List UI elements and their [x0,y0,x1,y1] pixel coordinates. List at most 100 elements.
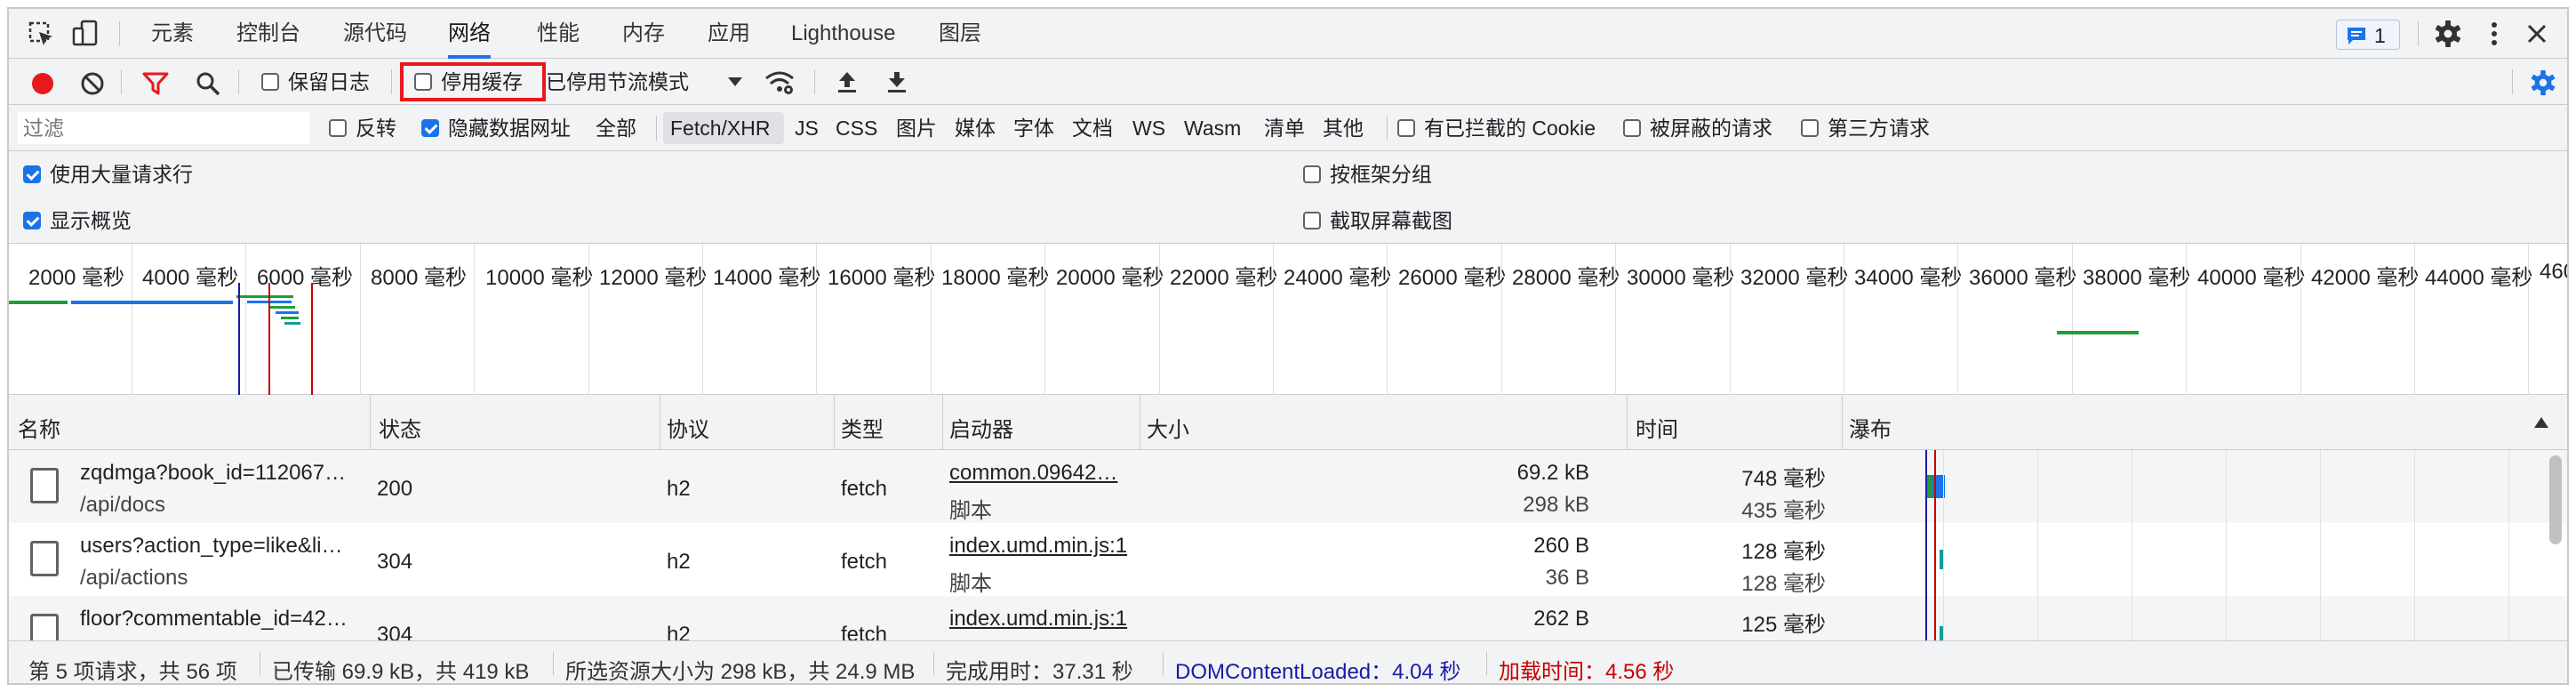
separator [121,69,122,94]
type-filter-doc[interactable]: 文档 [1072,118,1113,139]
table-row[interactable]: zqdmga?book_id=112067… /api/docs 200 h2 … [9,450,2567,523]
request-size: 262 B [1533,607,1589,631]
overview-tick-label: 22000 毫秒 [1170,266,1278,290]
column-status[interactable]: 状态 [379,412,421,443]
request-latency: 435 毫秒 [1741,499,1826,523]
invert-checkbox[interactable] [329,119,347,137]
preserve-log-label: 保留日志 [288,70,370,93]
request-initiator-type: 脚本 [949,499,992,523]
overview-tick-label: 8000 毫秒 [371,266,468,290]
blocked-requests-checkbox[interactable] [1623,119,1641,137]
import-har-icon[interactable] [836,69,859,94]
throttle-select[interactable]: 已停用节流模式 [546,72,689,93]
third-party-label: 第三方请求 [1828,117,1930,140]
request-time: 128 毫秒 [1741,540,1826,564]
column-protocol[interactable]: 协议 [667,412,709,443]
request-resource-size: 298 kB [1523,493,1589,517]
settings-gear-icon[interactable] [2434,20,2462,48]
type-filter-other[interactable]: 其他 [1323,118,1364,139]
type-filter-media[interactable]: 媒体 [955,118,996,139]
export-har-icon[interactable] [885,69,908,94]
status-transferred: 已传输 69.9 kB，共 419 kB [272,660,530,684]
filter-icon[interactable] [142,71,169,96]
overview-bar [236,295,293,298]
group-by-frame-checkbox[interactable] [1303,165,1321,183]
request-initiator-type: 脚本 [949,572,992,596]
status-request-count: 第 5 项请求，共 56 项 [28,660,237,684]
column-waterfall[interactable]: 瀑布 [1849,412,1892,443]
column-time[interactable]: 时间 [1636,412,1678,443]
request-type: fetch [841,550,888,574]
type-filter-all[interactable]: 全部 [596,118,636,139]
show-overview-checkbox[interactable] [23,212,41,229]
overview-tick-label: 30000 毫秒 [1627,266,1735,290]
waterfall-gridline [2037,450,2038,640]
network-conditions-icon[interactable] [764,69,795,96]
clear-icon[interactable] [80,71,105,96]
type-filter-img[interactable]: 图片 [896,118,937,139]
blocked-cookies-checkbox[interactable] [1397,119,1415,137]
request-table-body: zqdmga?book_id=112067… /api/docs 200 h2 … [9,450,2567,640]
type-filter-manifest[interactable]: 清单 [1264,118,1305,139]
type-filter-ws[interactable]: WS [1132,118,1165,139]
tab-performance[interactable]: 性能 [537,9,580,59]
filter-bar: 反转 隐藏数据网址 全部 Fetch/XHR JS CSS 图片 媒体 字体 文… [9,105,2567,151]
large-rows-checkbox[interactable] [23,165,41,183]
issues-badge[interactable]: 1 [2336,20,2400,50]
column-initiator[interactable]: 启动器 [949,412,1013,443]
request-initiator-link[interactable]: common.09642… [949,461,1117,486]
tab-memory[interactable]: 内存 [622,9,665,59]
search-icon[interactable] [196,71,220,96]
table-scrollbar[interactable] [2549,455,2562,544]
inspect-element-icon[interactable] [28,21,55,48]
status-finish-time: 完成用时：37.31 秒 [946,660,1133,684]
overview-bar [2057,331,2139,334]
status-bar: 第 5 项请求，共 56 项 已传输 69.9 kB，共 419 kB 所选资源… [9,640,2567,684]
tab-network[interactable]: 网络 [448,9,491,59]
overview-gridline [245,244,246,395]
type-filter-wasm[interactable]: Wasm [1184,118,1241,139]
table-row[interactable]: users?action_type=like&li… /api/actions … [9,523,2567,596]
blocked-requests-label: 被屏蔽的请求 [1650,117,1772,140]
overview-timeline[interactable]: 2000 毫秒 4000 毫秒 6000 毫秒 8000 毫秒 10000 毫秒 1200… [9,244,2567,395]
settings-panel: 使用大量请求行 显示概览 按框架分组 截取屏幕截图 [9,151,2567,244]
table-row[interactable]: floor?commentable_id=42… 304 h2 fetch in… [9,596,2567,640]
tab-console[interactable]: 控制台 [236,9,300,59]
type-filter-font[interactable]: 字体 [1013,118,1054,139]
request-resource-size: 36 B [1545,566,1589,590]
capture-screenshots-checkbox[interactable] [1303,212,1321,229]
preserve-log-checkbox[interactable] [261,73,279,91]
overview-tick-label: 6000 毫秒 [257,266,354,290]
tab-layers[interactable]: 图层 [939,9,981,59]
filter-input[interactable] [18,112,309,144]
type-filter-css[interactable]: CSS [836,118,877,139]
column-name[interactable]: 名称 [18,412,60,443]
more-options-icon[interactable] [2489,20,2500,48]
request-size: 260 B [1533,534,1589,558]
column-type[interactable]: 类型 [841,412,884,443]
close-icon[interactable] [2526,23,2548,44]
chevron-down-icon[interactable] [727,76,743,87]
third-party-checkbox[interactable] [1801,119,1819,137]
tab-application[interactable]: 应用 [708,9,750,59]
overview-tick-label: 2000 毫秒 [28,266,125,290]
request-time: 125 毫秒 [1741,613,1826,637]
request-initiator-link[interactable]: index.umd.min.js:1 [949,534,1127,559]
tab-lighthouse[interactable]: Lighthouse [791,9,895,59]
hide-data-urls-checkbox[interactable] [421,119,439,137]
network-settings-gear-icon[interactable] [2530,69,2556,96]
tab-elements[interactable]: 元素 [151,9,194,59]
column-size[interactable]: 大小 [1147,412,1189,443]
tab-sources[interactable]: 源代码 [343,9,407,59]
type-filter-js[interactable]: JS [795,118,819,139]
type-filter-fetch-xhr[interactable]: Fetch/XHR [670,118,770,139]
request-status: 200 [377,477,413,501]
record-icon[interactable] [30,71,55,96]
overview-tick-label: 12000 毫秒 [599,266,708,290]
device-toolbar-icon[interactable] [71,20,100,48]
dcl-marker [238,283,240,395]
disable-cache-checkbox[interactable] [414,73,432,91]
separator [2512,69,2513,94]
sort-ascending-icon[interactable] [2533,416,2549,429]
request-initiator-link[interactable]: index.umd.min.js:1 [949,607,1127,632]
